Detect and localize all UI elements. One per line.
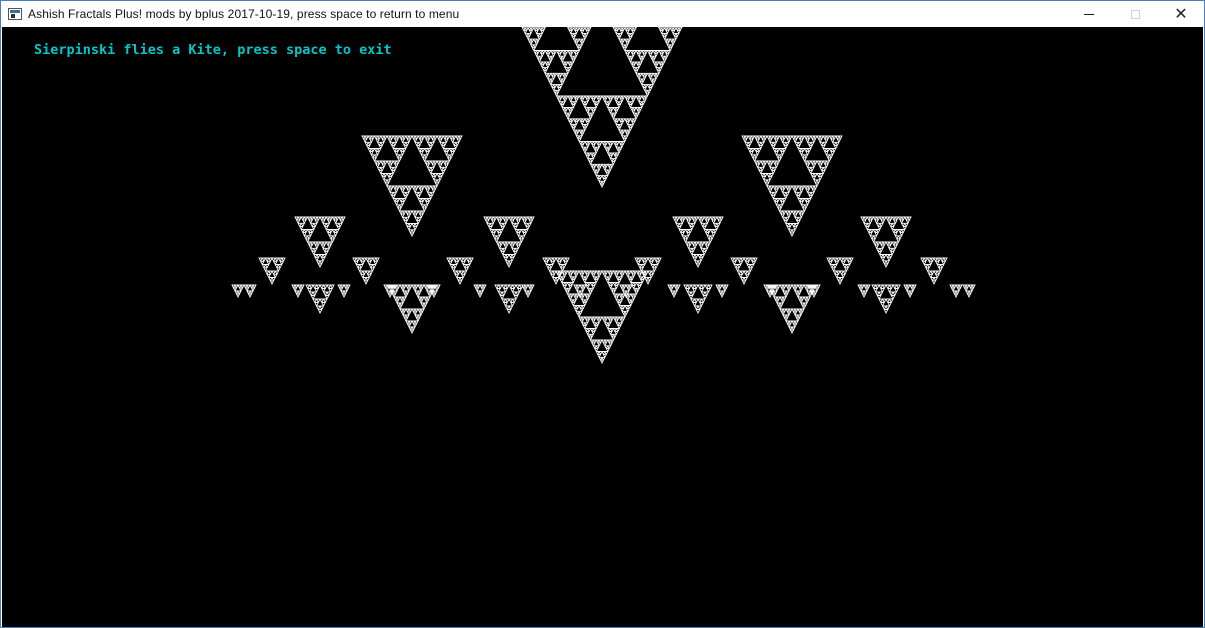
close-icon: ✕ xyxy=(1174,4,1188,23)
app-window: Ashish Fractals Plus! mods by bplus 2017… xyxy=(0,0,1205,628)
close-button[interactable]: ✕ xyxy=(1158,1,1204,27)
status-text: Sierpinski flies a Kite, press space to … xyxy=(34,42,392,58)
game-canvas[interactable]: Sierpinski flies a Kite, press space to … xyxy=(2,27,1203,627)
title-bar[interactable]: Ashish Fractals Plus! mods by bplus 2017… xyxy=(1,1,1204,27)
app-icon[interactable] xyxy=(8,8,22,20)
window-title: Ashish Fractals Plus! mods by bplus 2017… xyxy=(28,7,460,21)
maximize-icon xyxy=(1130,9,1140,19)
window-controls: ✕ xyxy=(1066,1,1204,27)
minimize-button[interactable] xyxy=(1066,1,1112,27)
sierpinski-kite-fractal xyxy=(231,27,976,365)
maximize-button[interactable] xyxy=(1112,1,1158,27)
fractal-triangles xyxy=(231,27,976,365)
minimize-icon xyxy=(1084,13,1094,15)
